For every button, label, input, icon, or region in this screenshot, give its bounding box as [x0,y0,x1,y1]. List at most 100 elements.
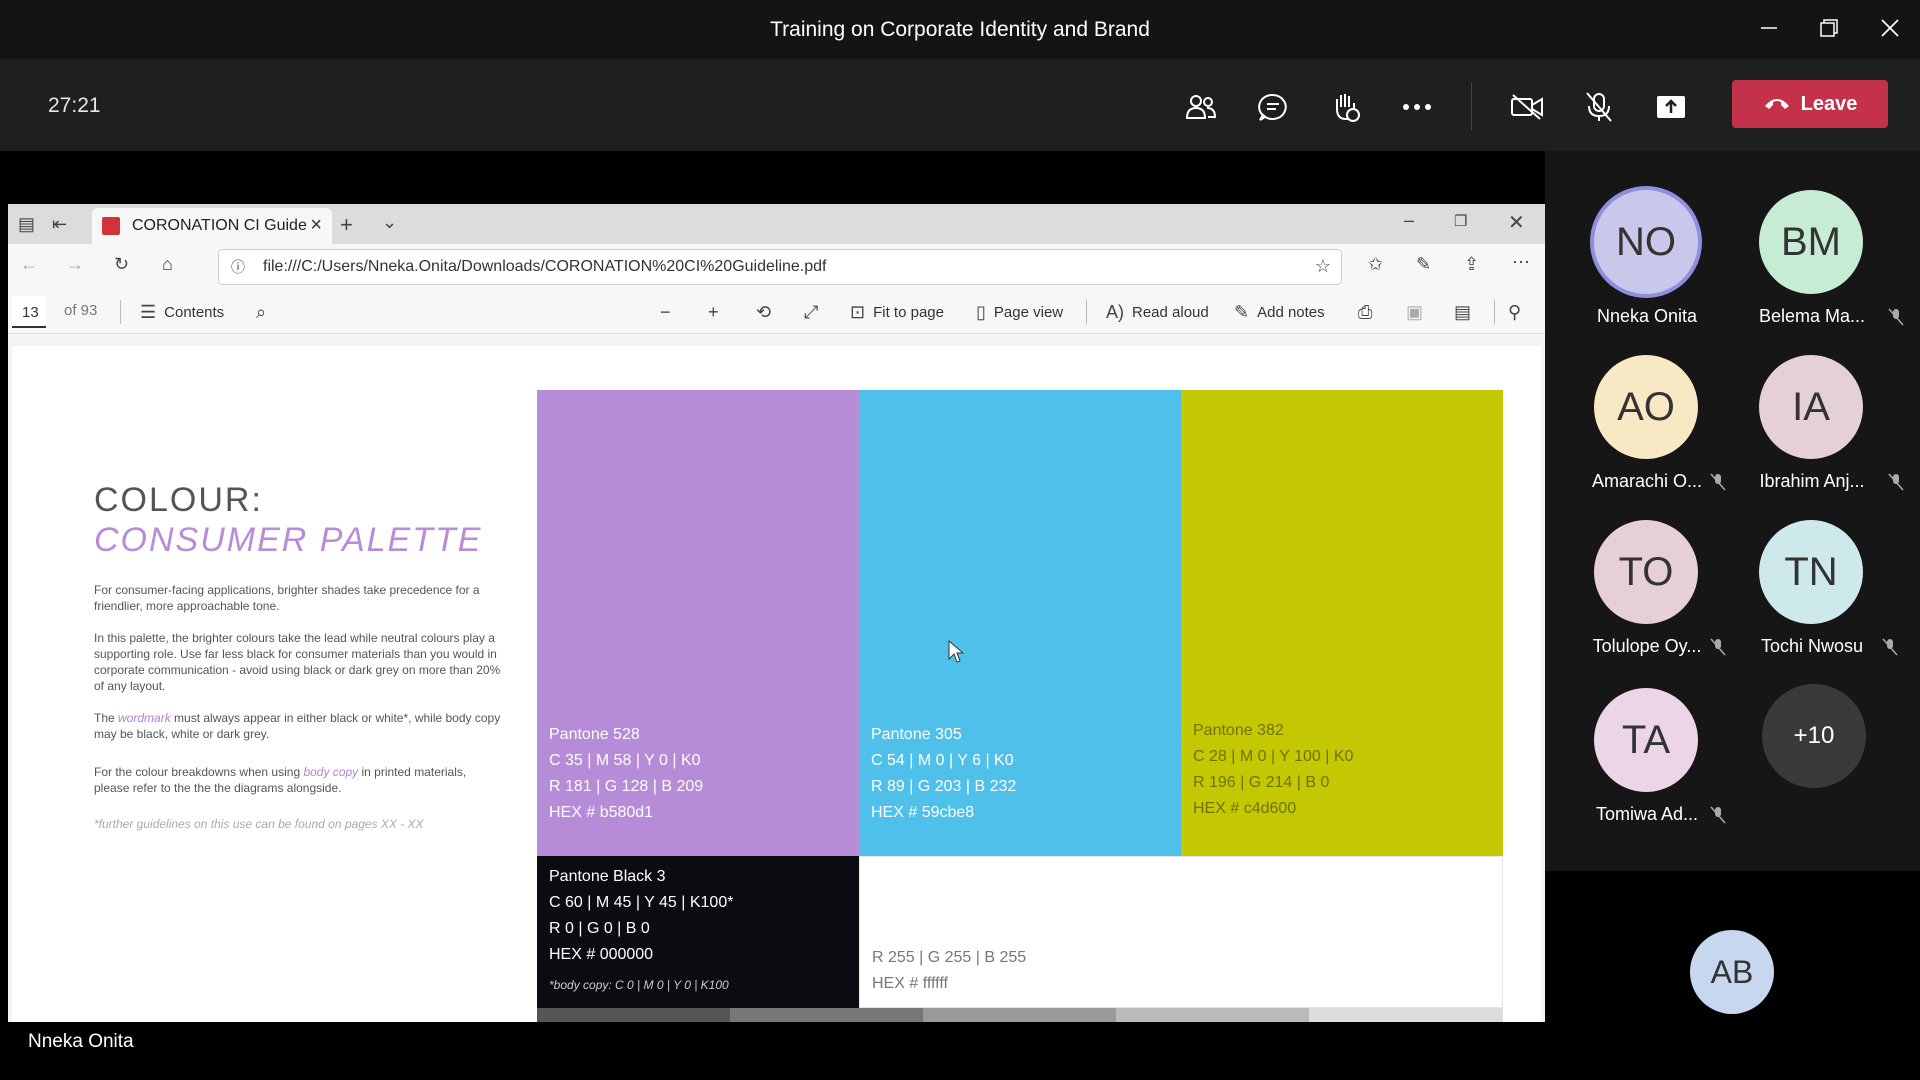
paragraph-4: For the colour breakdowns when using bod… [94,765,467,795]
tab-strip: ▤ ⇤ CORONATION CI Guide × + ⌄ – ❐ ✕ [8,204,1545,244]
fit-to-page-label: Fit to page [873,304,944,321]
add-notes-label: Add notes [1257,304,1325,321]
participant-name: Amarachi O... [1591,471,1703,491]
swatch-pantone-382: Pantone 382 C 28 | M 0 | Y 100 | K0 R 19… [1181,390,1503,856]
forward-icon[interactable]: → [66,254,84,275]
participant-tile[interactable]: TA Tomiwa Ad... [1572,682,1726,832]
search-icon: ⌕ [256,302,267,322]
vertical-tabs-icon[interactable]: ⇤ [52,214,67,235]
participant-tile[interactable]: NO Nneka Onita [1572,184,1722,334]
favorite-star-icon[interactable]: ☆ [1315,256,1331,277]
window-title-bar: Training on Corporate Identity and Brand [0,0,1920,59]
minimize-icon[interactable] [1751,12,1787,44]
address-input[interactable]: ⓘ file:///C:/Users/Nneka.Onita/Downloads… [218,249,1342,285]
contents-list-icon: ☰ [140,302,157,322]
read-aloud-button[interactable]: A) Read aloud [1106,302,1209,323]
mic-muted-icon [1710,473,1726,491]
browser-minimize-icon[interactable]: – [1404,210,1414,231]
back-icon[interactable]: ← [20,254,38,275]
save-as-button[interactable]: ▤ [1454,302,1471,323]
participants-panel: NO Nneka Onita BM Belema Ma... AO Amarac… [1545,151,1920,871]
avatar: BM [1759,190,1863,294]
tab-coronation-ci-guide[interactable]: CORONATION CI Guide × [92,208,332,244]
fullscreen-button[interactable]: ⤢ [804,302,818,323]
share-icon[interactable]: ⇪ [1464,254,1479,275]
print-button[interactable]: ⎙ [1358,302,1372,323]
rotate-button[interactable]: ⟲ [756,302,771,323]
more-participants-button[interactable]: +10 [1762,684,1866,788]
raise-hand-icon[interactable] [1321,83,1369,131]
zoom-out-button[interactable]: − [660,302,671,323]
participant-avatar-ab[interactable]: AB [1690,930,1774,1014]
participant-tile[interactable]: BM Belema Ma... [1737,184,1904,334]
participant-name: Ibrahim Anj... [1759,471,1865,491]
fit-to-page-button[interactable]: ⊡ Fit to page [850,302,944,323]
paragraph-2: In this palette, the brighter colours ta… [94,631,501,693]
mic-muted-icon [1882,638,1898,656]
page-number-input[interactable]: 13 [12,296,46,328]
pdf-icon [102,217,120,235]
page-view-label: Page view [993,304,1064,321]
tab-actions-icon[interactable]: ▤ [18,214,35,235]
share-screen-icon[interactable] [1647,83,1695,131]
close-icon[interactable] [1872,12,1908,44]
url-text: file:///C:/Users/Nneka.Onita/Downloads/C… [263,258,827,275]
participant-tile[interactable]: IA Ibrahim Anj... [1737,349,1904,499]
info-icon: ⓘ [231,259,245,275]
search-button[interactable]: ⌕ [256,302,266,323]
chat-icon[interactable] [1249,83,1297,131]
participants-icon[interactable] [1177,83,1225,131]
leave-button[interactable]: Leave [1732,80,1888,128]
zoom-in-button[interactable]: + [708,302,719,323]
browser-close-icon[interactable]: ✕ [1508,210,1525,235]
participant-tile[interactable]: AO Amarachi O... [1572,349,1726,499]
mic-muted-icon [1710,806,1726,824]
pen-icon[interactable]: ✎ [1416,254,1431,275]
mic-off-icon[interactable] [1575,83,1623,131]
swatch-white: R 255 | G 255 | B 255 HEX # ffffff [859,856,1503,1008]
home-icon[interactable]: ⌂ [162,254,173,275]
participant-name: Tochi Nwosu [1760,636,1864,656]
swatch-pantone-305: Pantone 305 C 54 | M 0 | Y 6 | K0 R 89 |… [859,390,1181,856]
camera-off-icon[interactable] [1503,83,1551,131]
add-notes-icon: ✎ [1234,302,1250,322]
pin-toolbar-button[interactable]: ⚲ [1508,302,1521,323]
grey-tint-2 [730,1008,923,1022]
presenter-name-bar: Nneka Onita [8,1022,1545,1062]
refresh-icon[interactable]: ↻ [114,254,129,275]
swatch-pantone-528: Pantone 528 C 35 | M 58 | Y 0 | K0 R 181… [537,390,859,856]
more-options-icon[interactable] [1393,83,1441,131]
participant-name: Tomiwa Ad... [1595,804,1699,824]
address-bar-row: ← → ↻ ⌂ ⓘ file:///C:/Users/Nneka.Onita/D… [8,244,1545,290]
rotate-icon: ⟲ [756,302,772,322]
paragraph-1: For consumer-facing applications, bright… [94,583,480,613]
browser-restore-icon[interactable]: ❐ [1454,212,1467,230]
mouse-cursor-icon [948,639,965,669]
swatch-pantone-black-3: Pantone Black 3 C 60 | M 45 | Y 45 | K10… [537,856,859,1008]
page-total: of 93 [64,302,98,319]
settings-more-icon[interactable]: ⋯ [1512,252,1530,273]
print-icon: ⎙ [1358,302,1373,322]
save-icon: ▣ [1406,302,1424,322]
participant-tile[interactable]: TO Tolulope Oy... [1572,514,1726,664]
participant-name: Belema Ma... [1758,306,1866,326]
add-notes-button[interactable]: ✎ Add notes [1234,302,1325,323]
favorites-icon[interactable]: ✩ [1368,254,1383,275]
tab-list-chevron-icon[interactable]: ⌄ [382,212,397,233]
save-button[interactable]: ▣ [1406,302,1423,323]
new-tab-icon[interactable]: + [340,212,353,238]
avatar: AO [1594,355,1698,459]
grey-tint-5 [1309,1008,1503,1022]
grey-tint-3 [923,1008,1116,1022]
zoom-out-icon: − [660,302,671,322]
page-view-icon: ▯ [976,302,986,322]
avatar: NO [1594,190,1698,294]
participant-tile[interactable]: TN Tochi Nwosu [1737,514,1898,664]
page-view-button[interactable]: ▯ Page view [976,302,1063,323]
save-as-icon: ▤ [1454,302,1472,322]
paragraph-3: The wordmark must always appear in eithe… [94,711,501,741]
close-tab-icon[interactable]: × [310,214,322,237]
footnote: *further guidelines on this use can be f… [94,817,424,831]
restore-icon[interactable] [1811,12,1847,44]
contents-button[interactable]: ☰ Contents [140,302,224,323]
